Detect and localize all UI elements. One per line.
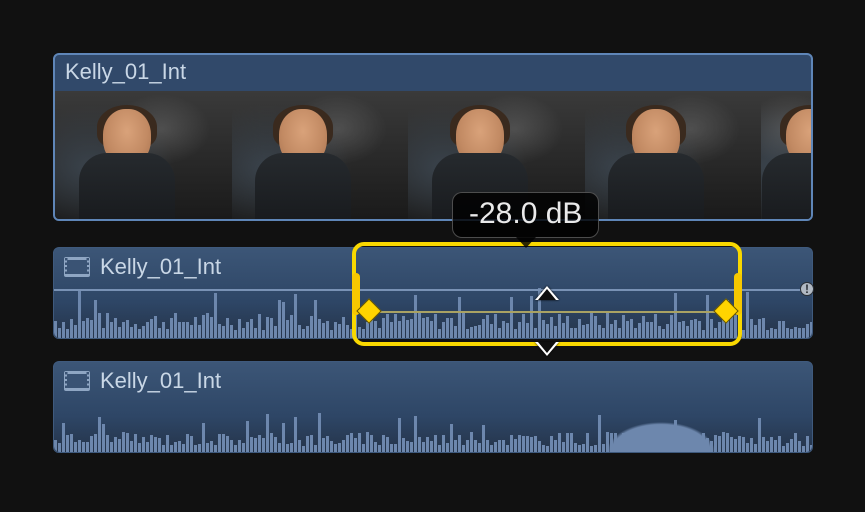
timeline-segment: Kelly_01_Int Kelly_01_Int — [53, 53, 813, 453]
waveform-peak — [589, 394, 749, 452]
audio-baseline — [54, 289, 812, 291]
volume-tooltip-value: -28.0 dB — [469, 197, 582, 230]
audio-clip-title: Kelly_01_Int — [100, 368, 221, 394]
video-thumbnail — [232, 91, 409, 219]
volume-tooltip: -28.0 dB — [452, 192, 599, 238]
video-thumbnail — [761, 91, 811, 219]
volume-level-line[interactable] — [364, 311, 730, 313]
audio-clip-header: Kelly_01_Int — [54, 248, 812, 280]
audio-clip[interactable]: Kelly_01_Int — [53, 361, 813, 453]
audio-clip[interactable]: Kelly_01_Int -28.0 dB — [53, 247, 813, 339]
video-thumbnail — [585, 91, 762, 219]
audio-clip-header: Kelly_01_Int — [54, 362, 812, 394]
audio-clip-title: Kelly_01_Int — [100, 254, 221, 280]
filmstrip-icon — [64, 257, 90, 277]
filmstrip-icon — [64, 371, 90, 391]
video-thumbnail-strip — [55, 91, 811, 219]
volume-nudge-down-icon[interactable] — [535, 342, 559, 356]
video-clip[interactable]: Kelly_01_Int — [53, 53, 813, 221]
video-clip-title: Kelly_01_Int — [55, 55, 811, 91]
video-thumbnail — [55, 91, 232, 219]
